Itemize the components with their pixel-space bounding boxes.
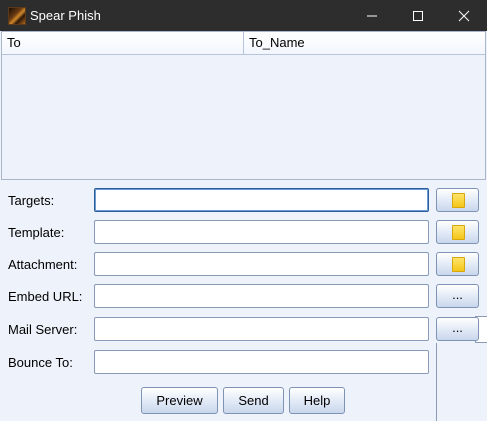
targets-input[interactable] <box>94 188 429 212</box>
embed-url-label: Embed URL: <box>8 289 83 304</box>
maximize-icon <box>413 11 423 21</box>
embed-url-input[interactable] <box>94 284 429 308</box>
mail-server-input[interactable] <box>94 317 429 341</box>
help-button[interactable]: Help <box>289 387 345 414</box>
side-panel <box>436 343 487 421</box>
window-title: Spear Phish <box>30 8 101 23</box>
minimize-icon <box>367 15 377 17</box>
folder-icon <box>452 257 465 272</box>
column-header-to[interactable]: To <box>2 32 244 54</box>
attachment-label: Attachment: <box>8 257 78 272</box>
targets-label: Targets: <box>8 193 55 208</box>
minimize-button[interactable] <box>349 0 395 31</box>
folder-icon <box>452 193 465 208</box>
mail-server-button[interactable]: ... <box>436 317 479 341</box>
column-header-to-name[interactable]: To_Name <box>244 32 485 54</box>
recipients-table[interactable]: To To_Name <box>1 31 486 180</box>
template-label: Template: <box>8 225 65 240</box>
folder-icon <box>452 225 465 240</box>
maximize-button[interactable] <box>395 0 441 31</box>
send-button[interactable]: Send <box>223 387 284 414</box>
attachment-input[interactable] <box>94 252 429 276</box>
close-icon <box>458 10 470 22</box>
attachment-browse-button[interactable] <box>436 252 479 276</box>
table-header: To To_Name <box>2 32 485 55</box>
close-button[interactable] <box>441 0 487 31</box>
bounce-to-label: Bounce To: <box>8 355 73 370</box>
template-browse-button[interactable] <box>436 220 479 244</box>
embed-url-button[interactable]: ... <box>436 284 479 308</box>
mail-server-label: Mail Server: <box>8 322 78 337</box>
title-bar: Spear Phish <box>0 0 487 31</box>
preview-button[interactable]: Preview <box>141 387 218 414</box>
spear-phish-dialog: Spear Phish To To_Name Targets: Template… <box>0 0 487 421</box>
bounce-to-input[interactable] <box>94 350 429 374</box>
template-input[interactable] <box>94 220 429 244</box>
app-icon <box>8 7 26 25</box>
targets-browse-button[interactable] <box>436 188 479 212</box>
